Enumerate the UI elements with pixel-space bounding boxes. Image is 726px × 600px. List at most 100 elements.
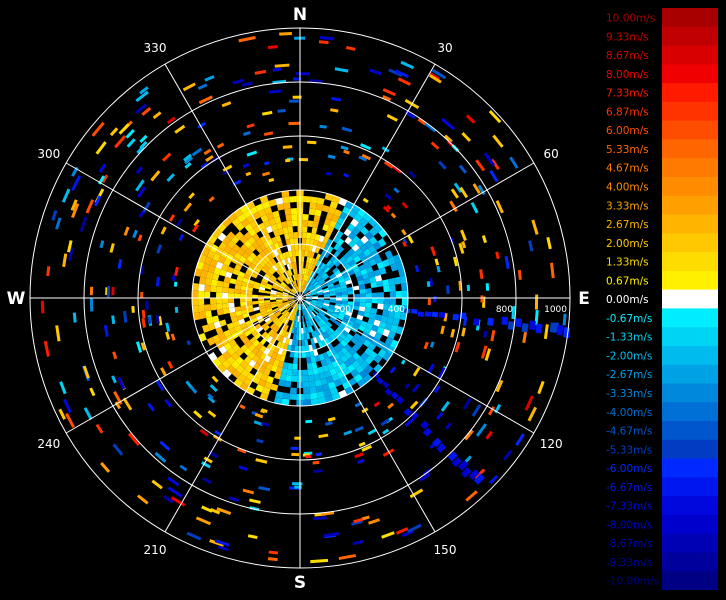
velocity-bin	[302, 214, 309, 221]
legend-swatch	[662, 327, 718, 347]
velocity-bin	[365, 287, 372, 294]
velocity-bin	[324, 421, 333, 426]
velocity-bin	[331, 96, 342, 102]
velocity-bin	[289, 351, 295, 358]
velocity-bin	[462, 397, 472, 410]
velocity-bin	[528, 320, 536, 331]
velocity-bin	[509, 156, 519, 169]
velocity-bin	[515, 318, 523, 328]
velocity-bin	[286, 220, 293, 228]
cardinal-label-s: S	[294, 573, 306, 593]
velocity-bin	[222, 292, 229, 298]
velocity-bin	[258, 486, 271, 492]
velocity-bin	[155, 276, 160, 287]
velocity-bin	[440, 325, 445, 335]
velocity-bin	[550, 262, 555, 279]
velocity-bin	[562, 313, 567, 326]
velocity-bin	[521, 323, 529, 333]
velocity-bin	[252, 294, 259, 298]
cardinal-label-e: E	[578, 289, 590, 309]
velocity-bin	[293, 232, 298, 239]
velocity-bin	[373, 363, 383, 374]
velocity-bin	[334, 67, 349, 73]
velocity-bin	[109, 127, 119, 137]
velocity-bin	[193, 410, 203, 419]
velocity-bin	[302, 232, 307, 239]
azimuth-spoke	[164, 63, 301, 299]
velocity-bin	[517, 269, 522, 280]
velocity-bin	[89, 297, 94, 312]
velocity-bin	[261, 171, 271, 177]
velocity-bin	[179, 464, 188, 472]
legend-label: -8.67m/s	[606, 538, 652, 550]
legend-swatch	[662, 158, 718, 178]
legend-swatch	[662, 101, 718, 122]
legend-label: 9.33m/s	[606, 31, 649, 43]
legend-label: 5.33m/s	[606, 144, 649, 156]
velocity-bin	[245, 171, 252, 177]
velocity-bin	[318, 433, 329, 439]
velocity-bin	[407, 234, 414, 244]
velocity-bin	[272, 67, 282, 72]
legend-swatch	[662, 496, 718, 516]
legend-swatch	[662, 477, 718, 497]
velocity-bin	[412, 367, 421, 377]
legend-swatch	[662, 214, 718, 234]
velocity-bin	[294, 339, 299, 346]
velocity-bin	[252, 300, 259, 305]
velocity-bin	[377, 298, 384, 304]
velocity-bin	[466, 284, 471, 291]
velocity-bin	[359, 298, 366, 303]
velocity-bin	[302, 226, 308, 233]
velocity-bin	[40, 300, 45, 314]
velocity-bin	[242, 130, 251, 137]
velocity-bin	[483, 330, 488, 338]
velocity-bin	[327, 416, 336, 422]
velocity-bin	[58, 408, 66, 420]
velocity-bin	[382, 279, 390, 287]
velocity-bin	[423, 341, 429, 350]
velocity-bin	[409, 488, 424, 499]
legend-label: -6.67m/s	[606, 482, 652, 494]
velocity-bin	[301, 351, 307, 358]
velocity-bin	[152, 111, 162, 120]
velocity-bin	[147, 402, 155, 412]
velocity-bin	[354, 425, 364, 433]
velocity-bin	[359, 302, 366, 308]
velocity-bin	[240, 298, 247, 303]
velocity-bin	[139, 134, 148, 143]
cardinal-label-n: N	[293, 5, 307, 25]
velocity-bin	[465, 114, 476, 124]
velocity-bin	[472, 318, 480, 326]
velocity-bin	[400, 60, 415, 70]
velocity-bin	[311, 362, 318, 369]
velocity-bin	[395, 290, 402, 298]
legend-swatch	[662, 421, 718, 441]
velocity-bin	[460, 229, 467, 242]
velocity-bin	[127, 432, 140, 447]
velocity-bin	[303, 196, 311, 203]
legend-label: -5.33m/s	[606, 444, 652, 456]
radar-plot: N E S W 30 60 120 150 210 240 300 330 200 400 800 1000	[7, 5, 590, 593]
azimuth-label: 120	[540, 437, 563, 451]
velocity-bin	[186, 340, 191, 346]
legend-swatch	[662, 533, 718, 553]
velocity-bin	[492, 134, 504, 148]
velocity-bin	[436, 265, 441, 273]
velocity-bin	[438, 160, 447, 170]
legend-label: 7.33m/s	[606, 88, 649, 100]
velocity-bin	[303, 393, 311, 400]
velocity-bin	[396, 396, 405, 405]
legend-label: 0.00m/s	[606, 294, 649, 306]
velocity-bin	[430, 141, 440, 150]
velocity-bin	[449, 200, 458, 213]
velocity-bin	[145, 300, 149, 310]
velocity-bin	[198, 276, 207, 285]
velocity-bin	[343, 430, 353, 436]
velocity-bin	[282, 196, 290, 204]
velocity-bin	[431, 311, 439, 318]
velocity-bin	[222, 287, 229, 293]
velocity-bin	[470, 201, 479, 214]
velocity-bin	[315, 452, 323, 457]
velocity-bin	[210, 279, 218, 287]
